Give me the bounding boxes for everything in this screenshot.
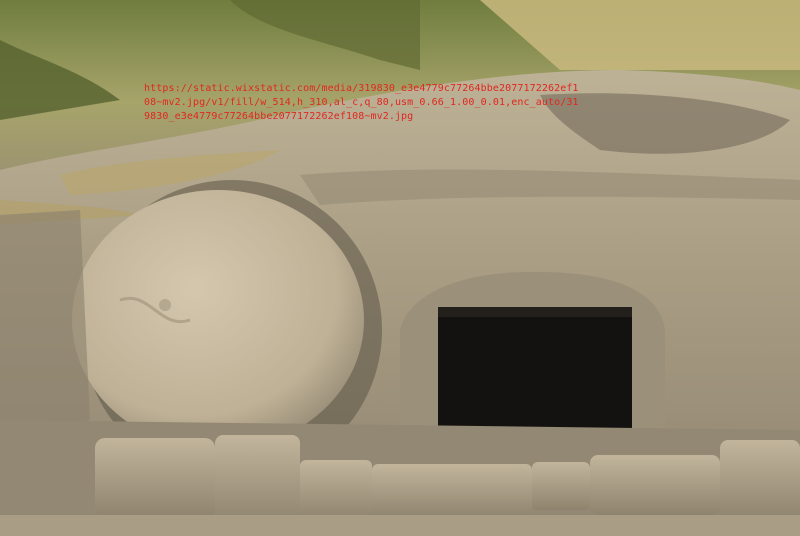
stone-block xyxy=(300,460,372,520)
rolling-stone xyxy=(72,190,364,450)
stone-block xyxy=(95,438,215,518)
stone-block xyxy=(215,435,300,525)
left-rock xyxy=(0,210,90,440)
stone-pit xyxy=(159,299,171,311)
bottom-blocks xyxy=(0,515,800,536)
overlay-url-text: https://static.wixstatic.com/media/31983… xyxy=(144,83,579,122)
stone-block xyxy=(372,464,532,518)
stone-block xyxy=(720,440,800,520)
stone-block xyxy=(532,462,590,510)
stone-block xyxy=(590,455,720,515)
tomb-photo xyxy=(0,0,800,536)
photo-scene: https://static.wixstatic.com/media/31983… xyxy=(0,0,800,536)
door-lintel-shadow xyxy=(438,307,632,317)
